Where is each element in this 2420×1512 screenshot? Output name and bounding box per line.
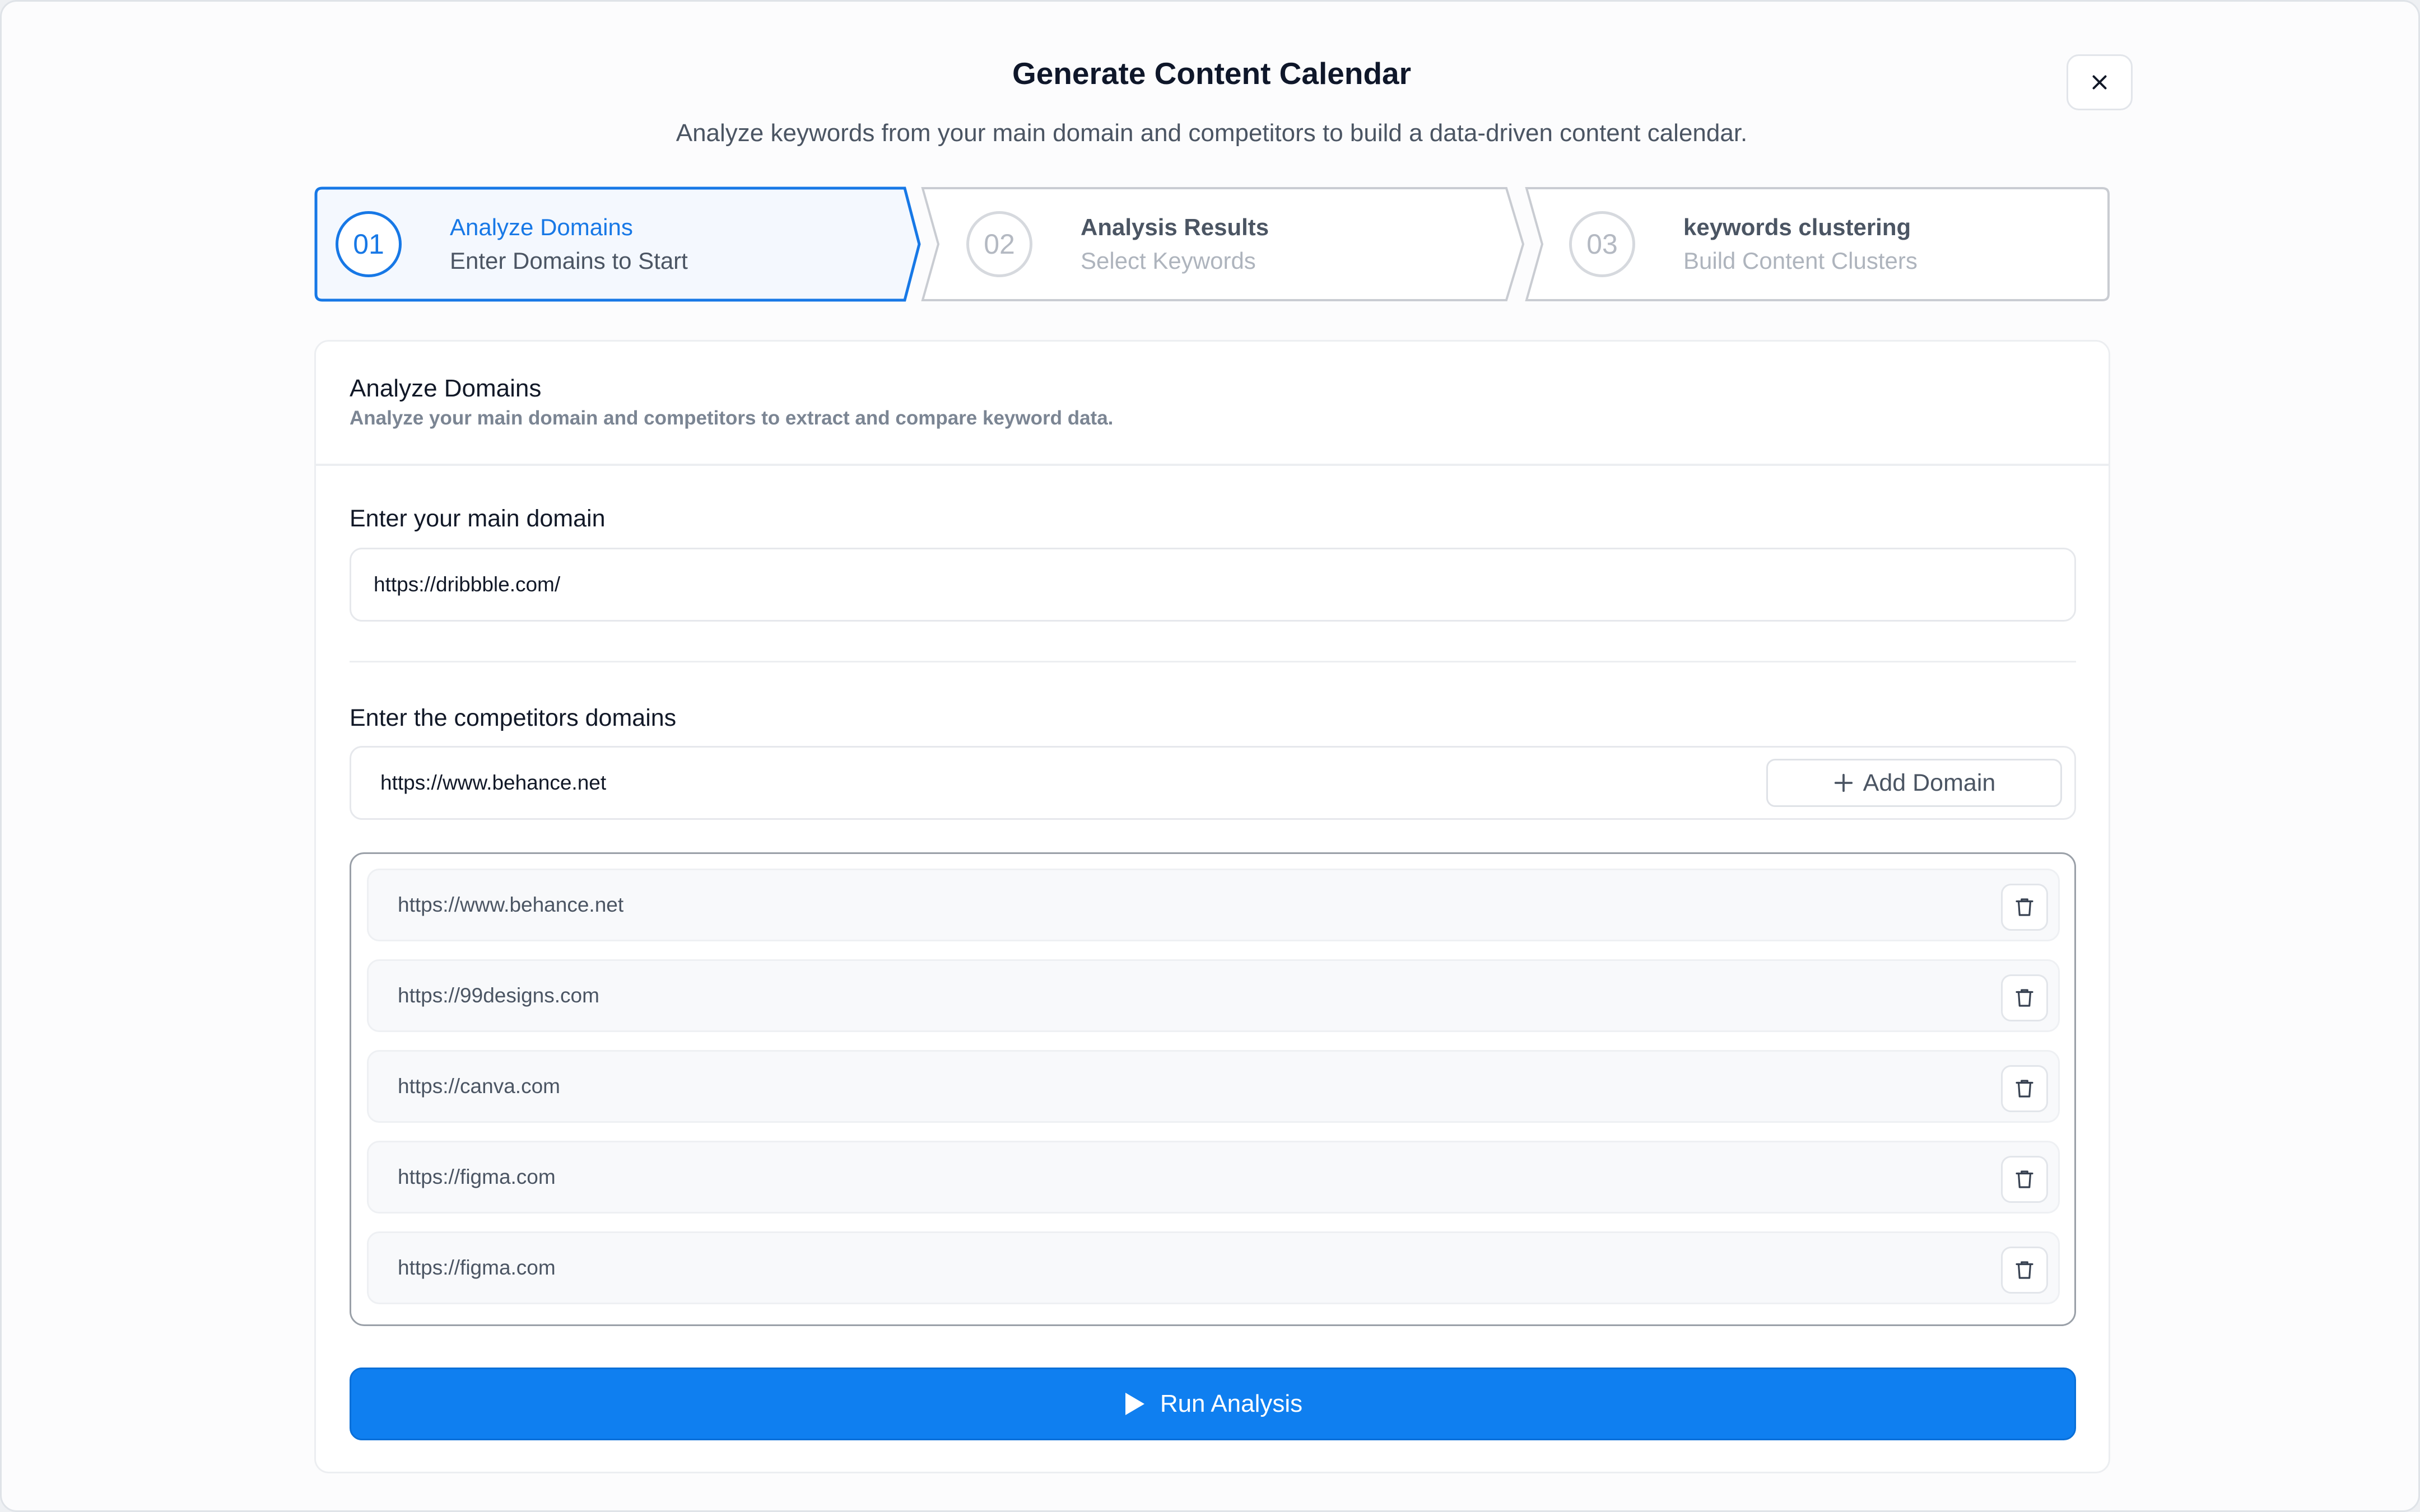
competitor-url: https://99designs.com: [398, 984, 599, 1007]
step-title: keywords clustering: [1683, 214, 1911, 240]
trash-icon: [2016, 1080, 2033, 1098]
trash-icon: [2016, 1170, 2033, 1188]
add-domain-label: Add Domain: [1863, 769, 1996, 796]
list-item: https://canva.com: [367, 1050, 2060, 1123]
stepper: 01 Analyze Domains Enter Domains to Star…: [314, 186, 2110, 302]
delete-domain-button[interactable]: [2001, 884, 2048, 931]
step-analyze-domains[interactable]: 01 Analyze Domains Enter Domains to Star…: [336, 186, 688, 302]
step-number: 03: [1569, 211, 1635, 277]
competitor-domain-input[interactable]: https://www.behance.net Add Domain: [350, 746, 2076, 820]
delete-domain-button[interactable]: [2001, 1247, 2048, 1294]
step-subtitle: Enter Domains to Start: [450, 248, 688, 274]
section-divider: [350, 661, 2076, 662]
list-item: https://figma.com: [367, 1231, 2060, 1304]
generate-calendar-modal: Generate Content Calendar Analyze keywor…: [0, 0, 2420, 1512]
analyze-domains-card: Analyze Domains Analyze your main domain…: [314, 340, 2110, 1473]
main-domain-label: Enter your main domain: [350, 505, 606, 532]
trash-icon: [2016, 1261, 2033, 1279]
trash-icon: [2016, 989, 2033, 1007]
trash-icon: [2016, 898, 2033, 916]
card-description: Analyze your main domain and competitors…: [350, 407, 1114, 429]
delete-domain-button[interactable]: [2001, 1065, 2048, 1112]
plus-icon: [1834, 773, 1853, 792]
list-item: https://99designs.com: [367, 959, 2060, 1032]
list-item: https://figma.com: [367, 1141, 2060, 1214]
competitor-domain-value: https://www.behance.net: [380, 771, 607, 794]
step-number: 01: [336, 211, 402, 277]
main-domain-input[interactable]: https://dribbble.com/: [350, 548, 2076, 622]
step-subtitle: Select Keywords: [1081, 248, 1256, 274]
run-analysis-button[interactable]: Run Analysis: [350, 1368, 2076, 1440]
modal-title: Generate Content Calendar: [1012, 56, 1412, 91]
run-analysis-label: Run Analysis: [1160, 1390, 1303, 1417]
step-keywords-clustering[interactable]: 03 keywords clustering Build Content Clu…: [1569, 186, 1918, 302]
step-title: Analysis Results: [1081, 214, 1269, 240]
list-item: https://www.behance.net: [367, 869, 2060, 941]
play-icon: [1125, 1393, 1144, 1415]
competitor-url: https://canva.com: [398, 1075, 560, 1098]
card-header: Analyze Domains Analyze your main domain…: [316, 342, 2109, 466]
competitor-domain-list[interactable]: https://www.behance.net https://99design…: [350, 852, 2076, 1326]
step-subtitle: Build Content Clusters: [1683, 248, 1918, 274]
close-icon: [2092, 75, 2107, 90]
delete-domain-button[interactable]: [2001, 974, 2048, 1021]
competitors-label: Enter the competitors domains: [350, 704, 677, 731]
competitor-url: https://www.behance.net: [398, 893, 624, 916]
close-button[interactable]: [2067, 54, 2133, 110]
competitor-url: https://figma.com: [398, 1256, 556, 1279]
delete-domain-button[interactable]: [2001, 1156, 2048, 1203]
add-domain-button[interactable]: Add Domain: [1766, 759, 2062, 807]
step-analysis-results[interactable]: 02 Analysis Results Select Keywords: [966, 186, 1269, 302]
modal-subtitle: Analyze keywords from your main domain a…: [676, 119, 1748, 147]
competitor-url: https://figma.com: [398, 1165, 556, 1188]
step-title: Analyze Domains: [450, 214, 633, 240]
step-number: 02: [966, 211, 1032, 277]
card-title: Analyze Domains: [350, 375, 542, 402]
main-domain-value: https://dribbble.com/: [374, 573, 561, 596]
